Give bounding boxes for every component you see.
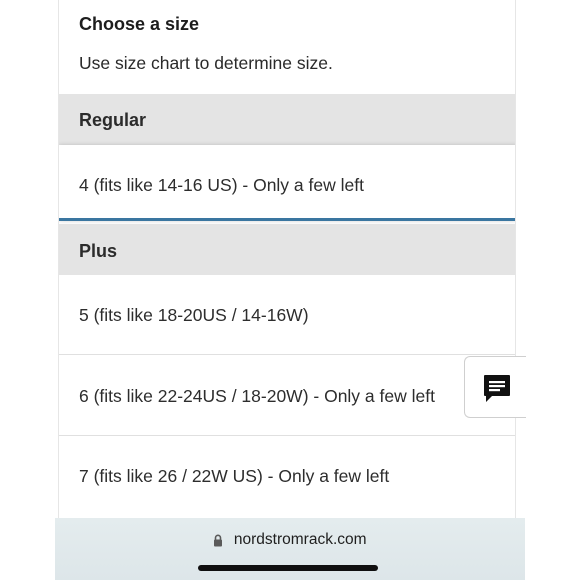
lock-icon: [214, 534, 223, 546]
size-option-6[interactable]: 6 (fits like 22-24US / 18-20W) - Only a …: [59, 356, 515, 436]
screen: Choose a size Use size chart to determin…: [0, 0, 580, 580]
size-option-label: 5 (fits like 18-20US / 14-16W): [79, 305, 309, 325]
size-option-label: 6 (fits like 22-24US / 18-20W) - Only a …: [79, 386, 435, 406]
size-option-7[interactable]: 7 (fits like 26 / 22W US) - Only a few l…: [59, 437, 515, 518]
size-picker-title: Choose a size: [79, 14, 200, 34]
size-chart-hint: Use size chart to determine size.: [79, 53, 333, 73]
chat-bubble-icon: [484, 375, 510, 402]
group-label-plus: Plus: [79, 241, 118, 261]
chat-button[interactable]: [464, 356, 526, 418]
group-header-plus: Plus: [59, 224, 515, 275]
size-option-4[interactable]: 4 (fits like 14-16 US) - Only a few left: [59, 145, 515, 221]
url-display[interactable]: nordstromrack.com: [55, 531, 525, 549]
group-header-regular: Regular: [59, 94, 515, 145]
browser-address-bar[interactable]: nordstromrack.com: [55, 518, 525, 580]
size-picker-panel: Choose a size Use size chart to determin…: [58, 0, 516, 518]
url-text: nordstromrack.com: [233, 531, 367, 548]
size-option-5[interactable]: 5 (fits like 18-20US / 14-16W): [59, 275, 515, 355]
group-label-regular: Regular: [79, 110, 147, 130]
size-option-label: 4 (fits like 14-16 US) - Only a few left: [79, 175, 364, 195]
size-option-label: 7 (fits like 26 / 22W US) - Only a few l…: [79, 466, 390, 486]
home-indicator[interactable]: [198, 565, 378, 571]
